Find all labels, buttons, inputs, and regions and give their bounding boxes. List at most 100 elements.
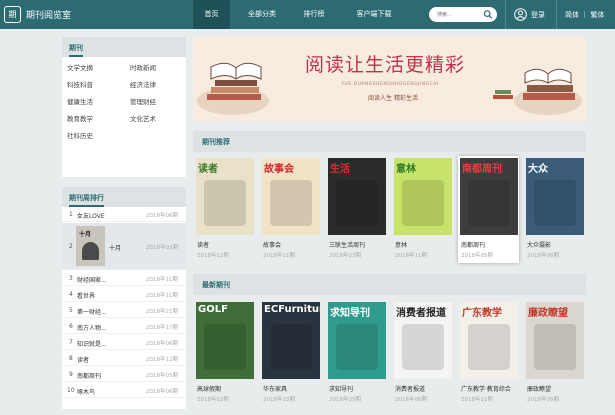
magazine-card[interactable]: 生活 三联生活周刊 2018年23期 xyxy=(326,156,387,263)
magazine-cover[interactable]: 求知导刊 xyxy=(328,302,386,379)
category-link[interactable]: 科技科普 xyxy=(67,79,93,89)
magazine-cover[interactable]: 意林 xyxy=(394,158,452,235)
cover-artwork xyxy=(270,324,312,370)
ranking-item[interactable]: 9 南都周刊 2018年05期 xyxy=(62,367,186,382)
magazine-cover[interactable]: 南都周刊 xyxy=(460,158,518,235)
ranking-item[interactable]: 4 看世界 2018年11期 xyxy=(62,287,186,302)
rank-title[interactable]: 南都周刊 xyxy=(77,371,101,380)
magazine-issue: 2018年12期 xyxy=(197,253,229,259)
magazine-title[interactable]: 南都周刊 xyxy=(461,240,485,249)
magazine-issue: 2018年02期 xyxy=(197,397,229,403)
nav-home[interactable]: 首页 xyxy=(193,0,230,29)
nav-client-download[interactable]: 客户端下载 xyxy=(346,0,402,29)
rank-cover-image[interactable]: 十月 xyxy=(76,226,105,266)
rank-title[interactable]: 财经国家... xyxy=(77,275,107,284)
ranking-item-featured[interactable]: 2 十月 十月 2018年03期 xyxy=(62,223,186,270)
magazine-cover[interactable]: 大众 xyxy=(526,158,584,235)
latest-title: 最新期刊 xyxy=(202,281,230,289)
magazine-title[interactable]: 廉政瞭望 xyxy=(527,384,551,393)
nav-all-categories[interactable]: 全部分类 xyxy=(238,0,286,29)
magazine-card[interactable]: 广东教学 广东教学·教育综合 2018年11期 xyxy=(458,300,519,407)
magazine-card[interactable]: 求知导刊 求知导刊 2018年35期 xyxy=(326,300,387,407)
rank-title[interactable]: 女友LOVE xyxy=(77,211,105,220)
magazine-card[interactable]: 消费者报道 消费者报道 2018年06期 xyxy=(392,300,453,407)
magazine-cover[interactable]: 读者 xyxy=(196,158,254,235)
ranking-item[interactable]: 7 知识就是... 2018年06期 xyxy=(62,335,186,350)
category-link[interactable]: 社科历史 xyxy=(67,130,93,140)
magazine-card[interactable]: 大众 大众摄影 2018年06期 xyxy=(524,156,585,263)
magazine-card[interactable]: ECFurniture 华东家具 2018年13期 xyxy=(260,300,321,407)
ranking-item[interactable]: 5 第一财经... 2018年21期 xyxy=(62,303,186,318)
cover-artwork xyxy=(402,324,444,370)
logo-icon[interactable]: 期 xyxy=(4,6,21,23)
magazine-cover[interactable]: 故事会 xyxy=(262,158,320,235)
hero-banner[interactable]: 阅读让生活更精彩 YUE DUANGSHENGHUOGENGJINGCAI 阅读… xyxy=(193,37,586,121)
magazine-title[interactable]: 读者 xyxy=(197,240,209,249)
magazine-title[interactable]: 消费者报道 xyxy=(395,384,425,393)
category-link[interactable]: 时政新闻 xyxy=(130,62,156,72)
category-link[interactable]: 教育教学 xyxy=(67,113,93,123)
magazine-title[interactable]: 意林 xyxy=(395,240,407,249)
site-title[interactable]: 期刊阅览室 xyxy=(26,8,71,21)
category-link[interactable]: 文学文摘 xyxy=(67,62,93,72)
magazine-title[interactable]: 故事会 xyxy=(263,240,281,249)
magazine-card[interactable]: 意林 意林 2018年11期 xyxy=(392,156,453,263)
magazine-title[interactable]: 高球假期 xyxy=(197,384,221,393)
cover-masthead: 大众 xyxy=(528,164,548,175)
ranking-panel-title: 期刊周排行 xyxy=(69,193,104,207)
category-link[interactable]: 管理财经 xyxy=(130,96,156,106)
cover-masthead: 生活 xyxy=(330,164,350,175)
rank-title[interactable]: 第一财经... xyxy=(77,307,107,316)
login-link[interactable]: 登录 xyxy=(531,10,545,20)
category-link[interactable]: 健康生活 xyxy=(67,96,93,106)
magazine-card[interactable]: GOLF 高球假期 2018年02期 xyxy=(194,300,255,407)
magazine-cover[interactable]: GOLF xyxy=(196,302,254,379)
magazine-card[interactable]: 读者 读者 2018年12期 xyxy=(194,156,255,263)
top-header: 期 期刊阅览室 首页 全部分类 排行榜 客户端下载 登录 简体 ｜ 繁体 xyxy=(0,0,615,29)
rank-title[interactable]: 南方人物... xyxy=(77,323,107,332)
category-panel-title: 期刊 xyxy=(69,43,83,57)
magazine-card[interactable]: 故事会 故事会 2018年11期 xyxy=(260,156,321,263)
rank-date: 2018年06期 xyxy=(146,341,178,347)
magazine-card[interactable]: 廉政瞭望 廉政瞭望 2018年09期 xyxy=(524,300,585,407)
magazine-title[interactable]: 华东家具 xyxy=(263,384,287,393)
magazine-title[interactable]: 三联生活周刊 xyxy=(329,240,365,249)
category-link[interactable]: 文化艺术 xyxy=(130,113,156,123)
rank-date: 2018年11期 xyxy=(146,277,178,283)
rank-title[interactable]: 看世界 xyxy=(77,291,95,300)
rank-date: 2018年12期 xyxy=(146,357,178,363)
category-link[interactable]: 经济法律 xyxy=(130,79,156,89)
nav-ranking[interactable]: 排行榜 xyxy=(294,0,334,29)
magazine-cover[interactable]: 生活 xyxy=(328,158,386,235)
cover-masthead: GOLF xyxy=(198,304,228,315)
search-input[interactable] xyxy=(437,10,483,20)
ranking-item[interactable]: 6 南方人物... 2018年17期 xyxy=(62,319,186,334)
magazine-title[interactable]: 求知导刊 xyxy=(329,384,353,393)
rank-title[interactable]: 十月 xyxy=(109,243,121,252)
banner-title: 阅读让生活更精彩 xyxy=(304,54,465,76)
magazine-title[interactable]: 广东教学·教育综合 xyxy=(461,384,511,393)
cover-masthead: 故事会 xyxy=(264,164,294,175)
rank-number: 1 xyxy=(69,211,73,218)
magazine-cover[interactable]: 广东教学 xyxy=(460,302,518,379)
magazine-title[interactable]: 大众摄影 xyxy=(527,240,551,249)
cover-artwork xyxy=(204,324,246,370)
rank-date: 2018年17期 xyxy=(146,325,178,331)
magazine-cover[interactable]: 消费者报道 xyxy=(394,302,452,379)
ranking-item[interactable]: 3 财经国家... 2018年11期 xyxy=(62,271,186,286)
ranking-item[interactable]: 8 读者 2018年12期 xyxy=(62,351,186,366)
cover-artwork xyxy=(336,180,378,226)
user-icon[interactable] xyxy=(514,8,527,21)
rank-date: 2018年21期 xyxy=(146,309,178,315)
rank-number: 6 xyxy=(69,323,73,330)
magazine-card[interactable]: 南都周刊 南都周刊 2018年05期 xyxy=(458,156,519,263)
language-switch[interactable]: 简体 ｜ 繁体 xyxy=(565,10,604,20)
ranking-item[interactable]: 1 女友LOVE 2018年06期 xyxy=(62,207,186,222)
magazine-cover[interactable]: 廉政瞭望 xyxy=(526,302,584,379)
rank-title[interactable]: 知识就是... xyxy=(77,339,107,348)
rank-title[interactable]: 读者 xyxy=(77,355,89,364)
rank-title[interactable]: 啄木鸟 xyxy=(77,387,95,396)
magazine-cover[interactable]: ECFurniture xyxy=(262,302,320,379)
search-icon[interactable] xyxy=(483,9,493,20)
ranking-item[interactable]: 10 啄木鸟 2018年06期 xyxy=(62,383,186,398)
